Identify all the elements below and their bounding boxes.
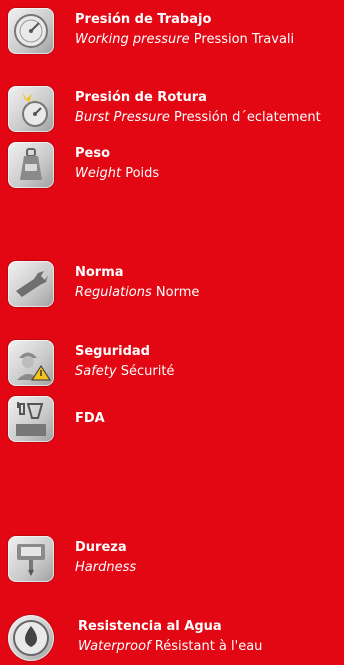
spec-title: Peso: [75, 146, 111, 161]
pressure-gauge-icon: [8, 8, 54, 54]
spec-item-weight: Peso Weight Poids: [0, 142, 344, 192]
spec-item-burst-pressure: Presión de Rotura Burst Pressure Pressió…: [0, 86, 344, 136]
spec-subtitle: Regulations Norme: [75, 285, 199, 300]
spec-subtitle: Weight Poids: [75, 166, 159, 181]
spec-item-fda: FDA: [0, 396, 344, 446]
spec-english: Working pressure: [75, 32, 190, 47]
spec-english: Weight: [75, 166, 122, 181]
spec-french: Pressión d´eclatement: [173, 110, 321, 125]
burst-gauge-icon: [8, 86, 54, 132]
hardness-tester-icon: [8, 536, 54, 582]
spec-title: Dureza: [75, 540, 127, 555]
spec-item-hardness: Dureza Hardness: [0, 536, 344, 586]
spec-title: Seguridad: [75, 344, 150, 359]
weight-icon: [8, 142, 54, 188]
spec-title: Norma: [75, 265, 124, 280]
spec-french: Pression Travali: [193, 32, 295, 47]
spec-english: Safety: [75, 364, 117, 379]
spec-english: Hardness: [75, 560, 137, 575]
spec-item-waterproof: Resistencia al Agua Waterproof Résistant…: [0, 615, 344, 665]
spec-english: Waterproof: [78, 639, 151, 654]
spec-title: Presión de Trabajo: [75, 12, 212, 27]
fda-icon: [8, 396, 54, 442]
spec-title: FDA: [75, 411, 105, 426]
spec-french: Sécurité: [120, 364, 175, 379]
spec-french: Norme: [155, 285, 200, 300]
wrench-icon: [8, 261, 54, 307]
spec-english: Regulations: [75, 285, 152, 300]
spec-subtitle: Waterproof Résistant à l'eau: [78, 639, 262, 654]
water-drop-icon: [8, 615, 54, 661]
spec-title: Resistencia al Agua: [78, 619, 222, 634]
spec-item-working-pressure: Presión de Trabajo Working pressure Pres…: [0, 8, 344, 58]
spec-subtitle: Hardness: [75, 560, 136, 575]
spec-item-regulations: Norma Regulations Norme: [0, 261, 344, 311]
safety-worker-icon: [8, 340, 54, 386]
spec-subtitle: Working pressure Pression Travali: [75, 32, 294, 47]
spec-subtitle: Safety Sécurité: [75, 364, 174, 379]
spec-subtitle: Burst Pressure Pressión d´eclatement: [75, 110, 321, 125]
spec-title: Presión de Rotura: [75, 90, 207, 105]
spec-english: Burst Pressure: [75, 110, 170, 125]
spec-item-safety: Seguridad Safety Sécurité: [0, 340, 344, 390]
spec-french: Poids: [125, 166, 160, 181]
spec-french: Résistant à l'eau: [154, 639, 263, 654]
